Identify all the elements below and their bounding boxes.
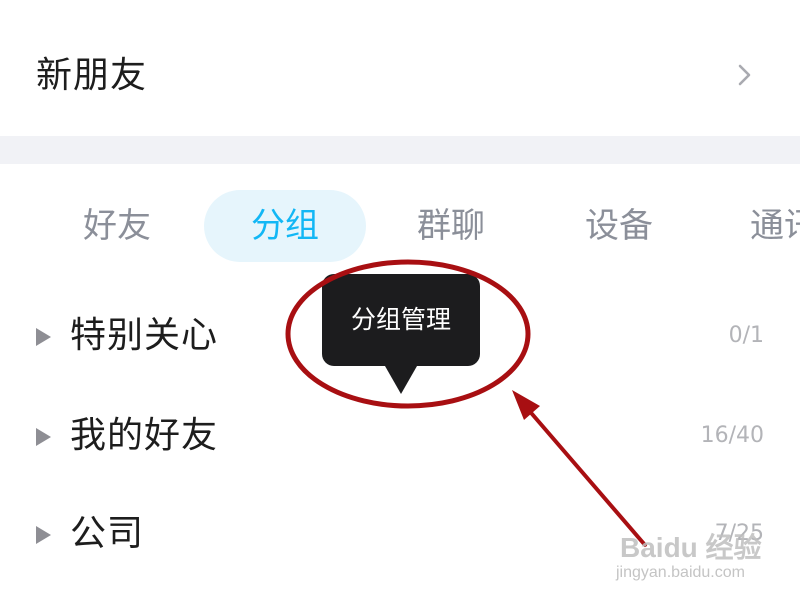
- baidu-watermark: Baidu 经验 jingyan.baidu.com: [610, 510, 780, 590]
- group-count: 16/40: [700, 423, 764, 448]
- tooltip-label: 分组管理: [350, 305, 451, 334]
- triangle-right-icon: [36, 328, 51, 346]
- group-row-my-friends[interactable]: 我的好友 16/40: [0, 400, 800, 472]
- tab-friends[interactable]: 好友: [58, 190, 176, 262]
- tab-groups[interactable]: 分组: [204, 190, 366, 262]
- group-name: 公司: [70, 513, 145, 554]
- watermark-logo: Baidu 经验: [620, 532, 762, 563]
- group-name: 特别关心: [70, 315, 219, 356]
- new-friends-title: 新朋友: [36, 55, 148, 96]
- tab-contacts[interactable]: 通讯: [750, 190, 800, 262]
- tooltip-arrow: [385, 366, 417, 394]
- watermark-url: jingyan.baidu.com: [616, 564, 745, 581]
- group-management-tooltip[interactable]: 分组管理: [322, 274, 480, 394]
- tab-group-chats[interactable]: 群聊: [392, 190, 510, 262]
- triangle-right-icon: [36, 428, 51, 446]
- chevron-right-icon: [738, 64, 751, 86]
- new-friends-row[interactable]: 新朋友: [0, 0, 800, 136]
- contact-tabs: 好友 分组 群聊 设备 通讯: [0, 190, 800, 262]
- section-separator: [0, 136, 800, 164]
- group-count: 0/1: [728, 323, 764, 348]
- tab-devices[interactable]: 设备: [560, 190, 678, 262]
- triangle-right-icon: [36, 526, 51, 544]
- group-name: 我的好友: [70, 415, 219, 456]
